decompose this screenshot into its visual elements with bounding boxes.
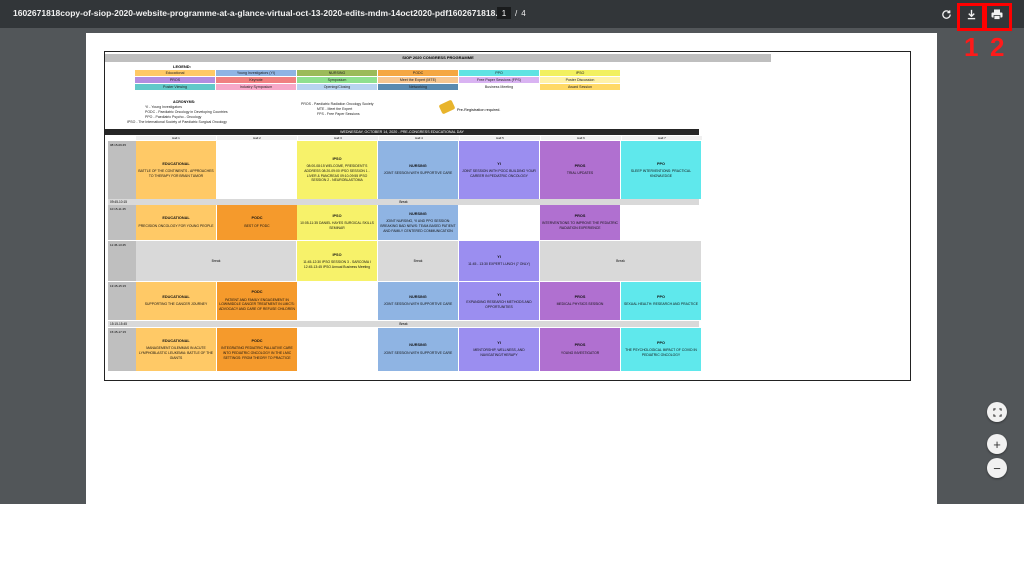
break-cell: Break: [136, 241, 296, 281]
legend-item: Keynote: [216, 77, 296, 83]
legend-item: Poster Viewing: [135, 84, 215, 90]
session-cell: IPSO 10:05-11:35 DANIEL HAYES SURGICAL SK…: [297, 205, 377, 240]
acronym-item: FPS - Free Paper Sessions: [317, 112, 360, 116]
legend-item: Symposium: [297, 77, 377, 83]
time-cell: 15:45-17:15: [108, 328, 136, 371]
acronym-item: IPSO - The International Society of Paed…: [127, 120, 227, 124]
acronym-item: YI - Young Investigators: [145, 105, 182, 109]
acronym-item: PPO - Paediatric Psycho - Oncology: [145, 115, 202, 119]
legend-item: PODC: [378, 70, 458, 76]
day-title: WEDNESDAY, OCTOBER 14, 2020 - PRE-CONGRE…: [105, 129, 699, 135]
hall-header: Hall 2: [217, 136, 297, 140]
legend-item: IPSO: [540, 70, 620, 76]
pencil-icon: [438, 99, 456, 115]
viewer-toolbar: 1602671818copy-of-siop-2020-website-prog…: [0, 0, 1024, 28]
session-cell: YI JOINT SESSION WITH PODC BUILDING YOUR …: [459, 141, 539, 199]
zoom-out-button[interactable]: −: [987, 458, 1007, 478]
page-indicator: / 4: [497, 7, 526, 19]
acronyms-title: ACRONYMS:: [173, 100, 196, 104]
hall-header: Hall 7: [622, 136, 702, 140]
session-cell: PROS MEDICAL PHYSICS SESSION: [540, 282, 620, 320]
time-cell: 11:45-13:45: [108, 241, 136, 281]
session-cell: EDUCATIONAL SUPPORTING THE CANCER JOURNEY: [136, 282, 216, 320]
current-page-input[interactable]: [497, 7, 511, 19]
zoom-in-button[interactable]: +: [987, 434, 1007, 454]
time-cell: 13:45-15:15: [108, 282, 136, 320]
rotate-icon[interactable]: [938, 6, 954, 22]
time-cell: 08:15-09:45: [108, 141, 136, 199]
hall-header: Hall 6: [541, 136, 621, 140]
session-cell: NURSING JOINT NURSING, YI AND PPO SESSION…: [378, 205, 458, 240]
acronym-item: PROS - Paediatric Radiation Oncology Soc…: [301, 102, 374, 106]
break-cell: Break: [540, 241, 701, 281]
session-cell: PODC INTEGRATING PEDIATRIC PALLIATIVE CAR…: [217, 328, 297, 371]
legend-item: Business Meeting: [459, 84, 539, 90]
break-time: 15:15-15:45: [110, 322, 128, 326]
legend-item: Free Paper Sessions (FPS): [459, 77, 539, 83]
page-separator: /: [515, 8, 518, 18]
session-cell: NURSING JOINT SESSION WITH SUPPORTIVE CAR…: [378, 328, 458, 371]
break-label: Break: [399, 200, 408, 204]
acronym-item: MTE - Meet the Expert: [317, 107, 353, 111]
legend-item: NURSING: [297, 70, 377, 76]
fit-page-icon[interactable]: [987, 402, 1007, 422]
session-cell: PPO SLEEP INTERVENTIONS: PRACTICAL KNOWLE…: [621, 141, 701, 199]
hall-header: Hall 1: [136, 136, 216, 140]
session-cell: PODC PATIENT AND FAMILY ENGAGEMENT IN LOW…: [217, 282, 297, 320]
session-cell: EDUCATIONAL MANAGEMENT DILEMMAS IN ACUTE …: [136, 328, 216, 371]
marker-1: 1: [964, 32, 979, 62]
break-cell: Break: [378, 241, 458, 281]
pdf-page: SIOP 2020 CONGRESS PROGRAMME LEGEND: Edu…: [86, 33, 937, 504]
session-cell: PROS YOUNG INVESTIGATOR: [540, 328, 620, 371]
pre-registration-note: Pre-Registration required.: [457, 108, 501, 112]
legend-item: Networking: [378, 84, 458, 90]
session-cell: NURSING JOINT SESSION WITH SUPPORTIVE CAR…: [378, 282, 458, 320]
hall-header: Hall 5: [460, 136, 540, 140]
session-cell: IPSO 08:00-08:15 WELCOME, PRESIDENT'S ADD…: [297, 141, 377, 199]
legend-item: Educational: [135, 70, 215, 76]
document-title: 1602671818copy-of-siop-2020-website-prog…: [13, 8, 511, 18]
print-highlight-box: [984, 3, 1012, 31]
hall-header: Hall 4: [379, 136, 459, 140]
legend-item: Award Session: [540, 84, 620, 90]
programme-header: SIOP 2020 CONGRESS PROGRAMME: [105, 54, 771, 62]
session-cell: PROS INTERVENTIONS TO IMPROVE THE PEDIATR…: [540, 205, 620, 240]
total-pages: 4: [521, 8, 526, 18]
download-highlight-box: [957, 3, 985, 31]
session-cell: PPO SEXUAL HEALTH: RESEARCH AND PRACTICE: [621, 282, 701, 320]
legend-item: Meet the Expert (MTE): [378, 77, 458, 83]
legend-item: Industry Symposium: [216, 84, 296, 90]
session-cell: YI MENTORSHIP, WELLNESS, AND NAVIGATING/T…: [459, 328, 539, 371]
legend-item: Opening/Closing: [297, 84, 377, 90]
legend-item: Young Investigators (YI): [216, 70, 296, 76]
session-cell: PODC BEST OF PODC: [217, 205, 297, 240]
session-cell: PROS TRIAL UPDATES: [540, 141, 620, 199]
session-cell: IPSO 11:45-12:30 IPSO SESSION 3 - SARCOMA…: [297, 241, 377, 281]
pdf-viewer: 1602671818copy-of-siop-2020-website-prog…: [0, 0, 1024, 504]
legend-title: LEGEND:: [173, 64, 191, 69]
hall-header: Hall 3: [298, 136, 378, 140]
acronym-item: PODC - Paediatric Oncology in Developing…: [145, 110, 228, 114]
legend-item: Poster Discussion: [540, 77, 620, 83]
break-label: Break: [399, 322, 408, 326]
session-cell: PPO THE PSYCHOLOGICAL IMPACT OF COVID IN …: [621, 328, 701, 371]
programme-sheet: SIOP 2020 CONGRESS PROGRAMME LEGEND: Edu…: [104, 51, 911, 381]
time-cell: 10:15-11:45: [108, 205, 136, 240]
session-cell: YI 11:45 - 13:30 EXPERT LUNCH (7 ONLY): [459, 241, 539, 281]
legend-item: PROS: [135, 77, 215, 83]
marker-2: 2: [990, 32, 1005, 62]
break-row: 15:15-15:45 Break: [108, 321, 699, 327]
legend-item: PPO: [459, 70, 539, 76]
session-cell: YI EXPANDING RESEARCH METHODS AND OPPORTU…: [459, 282, 539, 320]
session-cell: NURSING JOINT SESSION WITH SUPPORTIVE CAR…: [378, 141, 458, 199]
session-cell: EDUCATIONAL BATTLE OF THE CONTINENTS - AP…: [136, 141, 216, 199]
session-cell: EDUCATIONAL PRECISION ONCOLOGY FOR YOUNG …: [136, 205, 216, 240]
